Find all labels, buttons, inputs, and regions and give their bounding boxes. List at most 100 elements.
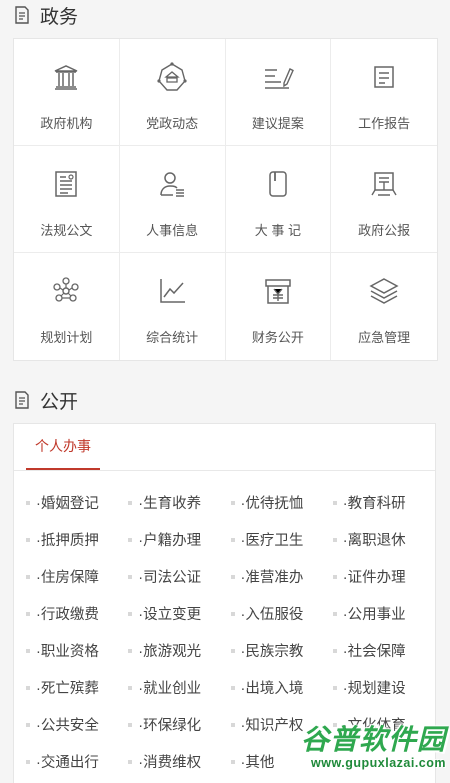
- bullet-dot: [128, 648, 133, 653]
- bullet-dot: [332, 611, 337, 616]
- list-item[interactable]: ·户籍办理: [128, 521, 230, 558]
- list-item[interactable]: ·医疗卫生: [230, 521, 333, 558]
- zhengwu-title: 政务: [40, 6, 79, 28]
- list-item[interactable]: ·优待抚恤: [230, 484, 333, 521]
- personnel-icon: [160, 172, 185, 197]
- list-item-label: ·就业创业: [138, 681, 202, 697]
- list-item-label: ·民族宗教: [240, 644, 304, 660]
- list-item[interactable]: ·婚姻登记: [26, 484, 128, 521]
- list-item[interactable]: ·准营准办: [230, 558, 333, 595]
- gongkai-panel: 个人办事 ·婚姻登记 ·生育收养 ·优待抚恤 ·教育科研 ·抵押质押 ·户籍办理 ·医疗卫生…: [13, 423, 436, 783]
- grid-item-statistics[interactable]: 综合统计: [120, 253, 226, 360]
- gongkai-tabs: 个人办事: [14, 424, 435, 471]
- grid-item-work-report[interactable]: 工作报告: [331, 39, 437, 146]
- list-item[interactable]: ·公共安全: [26, 706, 128, 743]
- list-item[interactable]: ·其他: [230, 743, 333, 780]
- list-item-label: ·婚姻登记: [36, 496, 99, 512]
- list-item-label: ·消费维权: [138, 755, 202, 771]
- zhengwu-grid: 政府机构 党政动态 建议提案 工作报告 法规公文 人事信息 大 事 记 政府公报…: [13, 38, 438, 361]
- regulation-document-icon: [55, 171, 78, 197]
- list-item[interactable]: ·知识产权: [230, 706, 333, 743]
- statistics-chart-icon: [160, 279, 186, 303]
- list-item[interactable]: ·职业资格: [26, 632, 128, 669]
- list-item[interactable]: ·社会保障: [332, 632, 435, 669]
- grid-item-label: 规划计划: [40, 330, 93, 345]
- list-item[interactable]: ·抵押质押: [26, 521, 128, 558]
- report-document-icon: [374, 66, 394, 88]
- bullet-dot: [128, 722, 133, 727]
- list-item-label: ·其他: [240, 755, 275, 771]
- list-item[interactable]: ·教育科研: [332, 484, 435, 521]
- finance-icon: [265, 279, 291, 304]
- list-item-label: ·入伍服役: [240, 607, 304, 623]
- grid-item-regulations[interactable]: 法规公文: [14, 146, 120, 253]
- list-item[interactable]: ·环保绿化: [128, 706, 230, 743]
- bullet-dot: [230, 611, 235, 616]
- list-item-label: ·旅游观光: [138, 644, 202, 660]
- bullet-dot: [128, 574, 133, 579]
- grid-item-proposals[interactable]: 建议提案: [225, 39, 332, 146]
- bullet-dot: [128, 759, 133, 764]
- party-emblem-icon: [157, 62, 187, 91]
- list-item[interactable]: ·死亡殡葬: [26, 669, 128, 706]
- list-item-label: ·户籍办理: [138, 533, 202, 549]
- list-item[interactable]: ·消费维权: [128, 743, 230, 780]
- grid-item-planning[interactable]: 规划计划: [14, 253, 120, 360]
- proposal-pen-icon: [264, 68, 294, 89]
- bullet-dot: [26, 537, 30, 542]
- bullet-dot: [230, 648, 235, 653]
- grid-item-personnel[interactable]: 人事信息: [119, 146, 226, 253]
- bullet-dot: [332, 500, 337, 505]
- list-item[interactable]: ·旅游观光: [128, 632, 230, 669]
- list-item: [333, 743, 435, 780]
- list-item-label: ·住房保障: [36, 570, 99, 586]
- gongkai-section-title: 公开: [0, 385, 450, 415]
- grid-item-party-news[interactable]: 党政动态: [119, 39, 226, 146]
- list-item-label: ·司法公证: [138, 570, 202, 586]
- grid-item-label: 政府公报: [358, 223, 411, 238]
- list-item[interactable]: ·文化体育: [332, 706, 435, 743]
- grid-item-label: 财务公开: [251, 330, 304, 345]
- bullet-dot: [230, 537, 235, 542]
- list-item[interactable]: ·民族宗教: [230, 632, 333, 669]
- grid-item-emergency[interactable]: 应急管理: [331, 253, 437, 360]
- list-item[interactable]: ·交通出行: [26, 743, 128, 780]
- bullet-dot: [332, 685, 337, 690]
- list-item-label: ·优待抚恤: [240, 496, 304, 512]
- bullet-dot: [128, 500, 133, 505]
- list-item[interactable]: ·住房保障: [26, 558, 128, 595]
- list-item[interactable]: ·离职退休: [332, 521, 435, 558]
- bullet-dot: [26, 500, 30, 505]
- grid-item-finance[interactable]: 财务公开: [226, 253, 332, 360]
- list-item[interactable]: ·证件办理: [332, 558, 435, 595]
- list-item[interactable]: ·入伍服役: [230, 595, 333, 632]
- list-item[interactable]: ·公用事业: [332, 595, 435, 632]
- list-item[interactable]: ·行政缴费: [26, 595, 128, 632]
- document-icon: [15, 6, 29, 24]
- list-item-label: ·知识产权: [240, 718, 304, 734]
- grid-item-gazette[interactable]: 政府公报: [331, 146, 437, 253]
- bullet-dot: [26, 648, 30, 653]
- list-item[interactable]: ·司法公证: [128, 558, 230, 595]
- document-icon: [15, 391, 29, 409]
- list-item-label: ·社会保障: [342, 644, 406, 660]
- list-item[interactable]: ·出境入境: [230, 669, 333, 706]
- planning-network-icon: [53, 277, 80, 302]
- grid-item-government-agencies[interactable]: 政府机构: [14, 39, 120, 146]
- list-item-label: ·文化体育: [342, 718, 406, 734]
- tab-personal-affairs[interactable]: 个人办事: [26, 424, 100, 470]
- list-item[interactable]: ·设立变更: [128, 595, 230, 632]
- list-item[interactable]: ·就业创业: [128, 669, 230, 706]
- bullet-dot: [26, 722, 30, 727]
- chronicle-icon: [269, 171, 287, 197]
- list-item[interactable]: ·生育收养: [128, 484, 230, 521]
- grid-item-label: 政府机构: [40, 116, 93, 131]
- list-item[interactable]: ·规划建设: [332, 669, 435, 706]
- grid-item-chronicle[interactable]: 大 事 记: [225, 146, 332, 253]
- grid-item-label: 党政动态: [146, 116, 199, 131]
- list-item-label: ·环保绿化: [138, 718, 202, 734]
- list-item-label: ·出境入境: [240, 681, 304, 697]
- bullet-dot: [230, 574, 235, 579]
- list-item-label: ·离职退休: [342, 533, 406, 549]
- grid-item-label: 工作报告: [358, 116, 411, 131]
